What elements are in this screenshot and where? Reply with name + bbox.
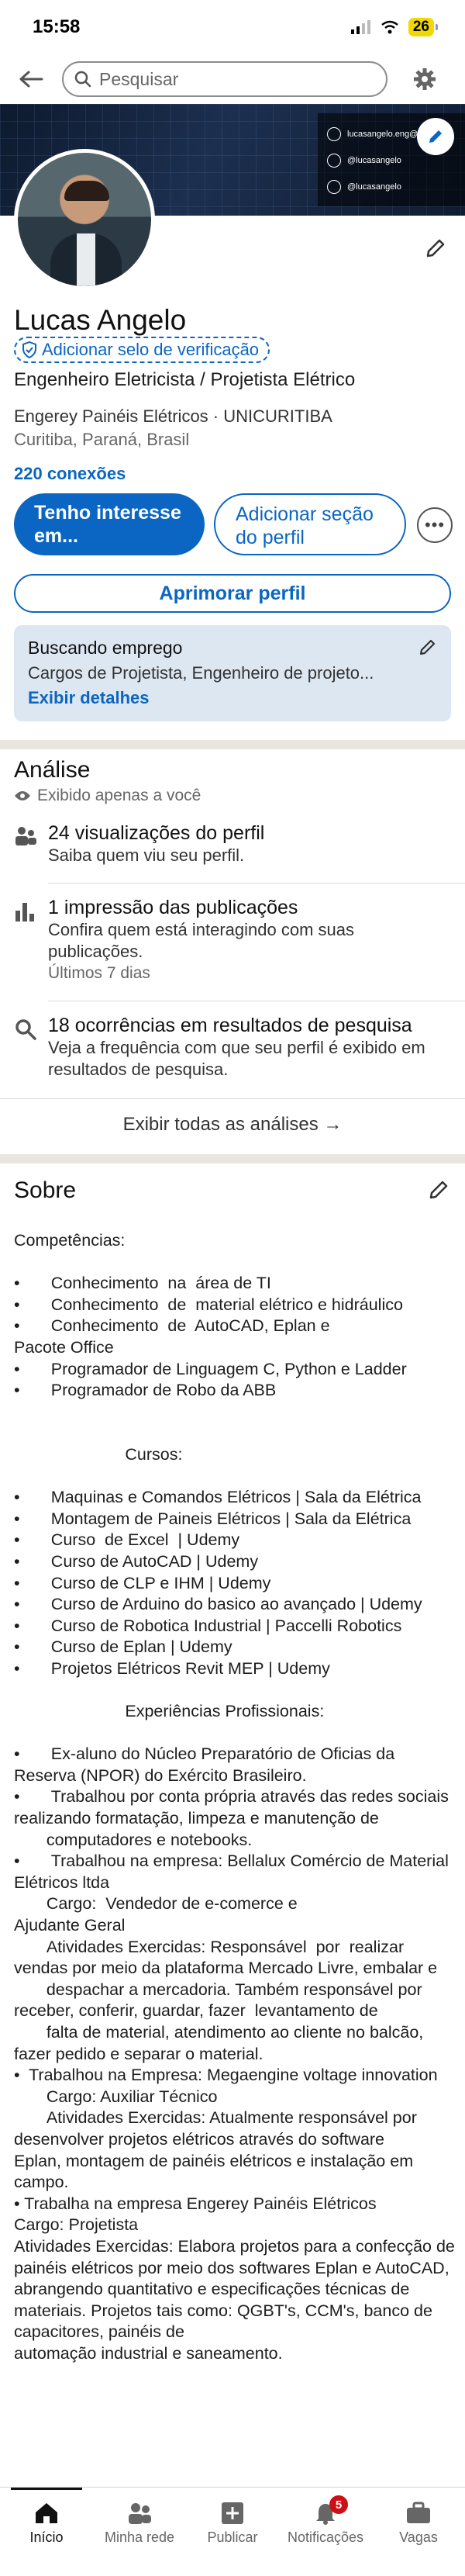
briefcase-icon: [407, 2502, 430, 2523]
top-navigation: Pesquisar: [0, 54, 465, 104]
add-section-button[interactable]: Adicionar seção do perfil: [214, 493, 406, 555]
nav-label: Publicar: [207, 2529, 258, 2545]
metric-title: 24 visualizações do perfil: [48, 822, 265, 844]
nav-label: Vagas: [399, 2529, 438, 2545]
back-button[interactable]: [14, 62, 48, 96]
metric-title: 18 ocorrências em resultados de pesquisa: [48, 1015, 412, 1036]
add-section-label-line2: do perfil: [236, 527, 305, 548]
bottom-navigation: Início Minha rede Publicar 5 Notificaçõe…: [0, 2487, 465, 2576]
eye-icon: [15, 791, 30, 800]
profile-location: Curitiba, Paraná, Brasil: [14, 430, 190, 449]
open-to-work-card[interactable]: Buscando emprego Cargos de Projetista, E…: [14, 625, 451, 721]
search-bar[interactable]: Pesquisar: [62, 61, 388, 97]
arrow-left-icon: [19, 71, 43, 88]
profile-name: Lucas Angelo: [14, 304, 187, 336]
pencil-icon[interactable]: [418, 638, 437, 656]
metric-period: Últimos 7 dias: [48, 964, 150, 982]
search-icon: [74, 71, 91, 88]
nav-network[interactable]: Minha rede: [93, 2488, 186, 2576]
open-to-label-line1: Tenho interesse: [34, 502, 181, 524]
nav-post[interactable]: Publicar: [186, 2488, 279, 2576]
people-icon: [16, 827, 36, 845]
analytics-private-note: Exibido apenas a você: [14, 787, 201, 805]
verify-badge-label: Adicionar selo de verificação: [42, 340, 260, 359]
pencil-icon: [429, 130, 442, 143]
private-label: Exibido apenas a você: [37, 787, 202, 804]
profile-company: Engerey Painéis Elétricos · UNICURITIBA: [14, 406, 332, 426]
clock: 15:58: [33, 16, 81, 37]
pencil-icon[interactable]: [428, 1179, 450, 1201]
connections-link[interactable]: 220 conexões: [14, 464, 126, 484]
search-icon: [16, 1019, 36, 1040]
post-icon: [222, 2502, 243, 2524]
shield-check-icon: [22, 341, 36, 358]
banner-contact-text: @lucasangelo: [347, 182, 401, 192]
bell-icon-wrap: 5: [312, 2495, 348, 2525]
metric-search-appearances[interactable]: 18 ocorrências em resultados de pesquisa…: [14, 1015, 451, 1081]
section-divider: [0, 740, 465, 749]
metric-title: 1 impressão das publicações: [48, 897, 298, 918]
search-placeholder: Pesquisar: [99, 68, 179, 89]
about-text: Competências: • Conhecimento na área de …: [14, 1231, 455, 2363]
open-to-work-description: Cargos de Projetista, Engenheiro de proj…: [28, 663, 374, 683]
settings-button[interactable]: [408, 62, 442, 96]
wifi-icon: [381, 20, 398, 34]
avatar-hair: [64, 181, 109, 201]
open-to-label-line2: em...: [34, 525, 78, 547]
email-icon: [327, 127, 341, 141]
bar-chart-icon: [16, 903, 34, 921]
banner-contact-row: @lucasangelo: [327, 174, 456, 200]
divider: [0, 1098, 465, 1099]
avatar[interactable]: [14, 149, 155, 290]
gear-icon: [414, 68, 436, 90]
banner-contact-text: @lucasangelo: [347, 156, 401, 165]
more-actions-button[interactable]: •••: [417, 507, 453, 543]
nav-label: Início: [29, 2529, 64, 2545]
signal-icon: [350, 20, 370, 34]
status-bar: 15:58 26: [0, 0, 465, 54]
show-all-analytics-link[interactable]: Exibir todas as análises →: [0, 1114, 465, 1136]
nav-label: Minha rede: [104, 2529, 175, 2545]
improve-profile-button[interactable]: Aprimorar perfil: [14, 574, 451, 613]
metric-profile-views[interactable]: 24 visualizações do perfil Saiba quem vi…: [14, 822, 451, 866]
nav-label: Notificações: [287, 2529, 364, 2545]
open-to-work-title: Buscando emprego: [28, 638, 183, 658]
open-to-button[interactable]: Tenho interesse em...: [14, 493, 205, 555]
battery-indicator: 26: [408, 18, 439, 36]
home-icon: [36, 2503, 57, 2523]
profile-headline: Engenheiro Eletricista / Projetista Elét…: [14, 369, 356, 390]
nav-home[interactable]: Início: [0, 2488, 93, 2576]
nav-jobs[interactable]: Vagas: [372, 2488, 465, 2576]
avatar-shirt: [77, 233, 95, 286]
metric-subtitle: Veja a frequência com que seu perfil é e…: [48, 1038, 425, 1079]
metric-post-impressions[interactable]: 1 impressão das publicações Confira quem…: [14, 897, 451, 984]
notification-badge: 5: [329, 2495, 348, 2514]
network-icon: [129, 2503, 151, 2524]
edit-banner-button[interactable]: [417, 118, 454, 155]
banner-contact-text: lucasangelo.eng@...: [347, 130, 425, 139]
analytics-title: Análise: [14, 757, 91, 783]
telegram-icon: [327, 180, 341, 194]
pencil-icon: [426, 239, 445, 258]
verify-badge-button[interactable]: Adicionar selo de verificação: [14, 337, 270, 363]
nav-notifications[interactable]: 5 Notificações: [279, 2488, 372, 2576]
add-section-label-line1: Adicionar seção: [236, 503, 374, 525]
system-indicators: 26: [350, 18, 439, 36]
about-title: Sobre: [14, 1177, 77, 1203]
instagram-icon: [327, 154, 341, 168]
open-to-work-details-link[interactable]: Exibir detalhes: [28, 688, 437, 708]
metric-subtitle: Saiba quem viu seu perfil.: [48, 845, 245, 865]
edit-intro-button[interactable]: [420, 233, 451, 264]
section-divider: [0, 1154, 465, 1164]
metric-subtitle: Confira quem está interagindo com suas p…: [48, 920, 354, 961]
